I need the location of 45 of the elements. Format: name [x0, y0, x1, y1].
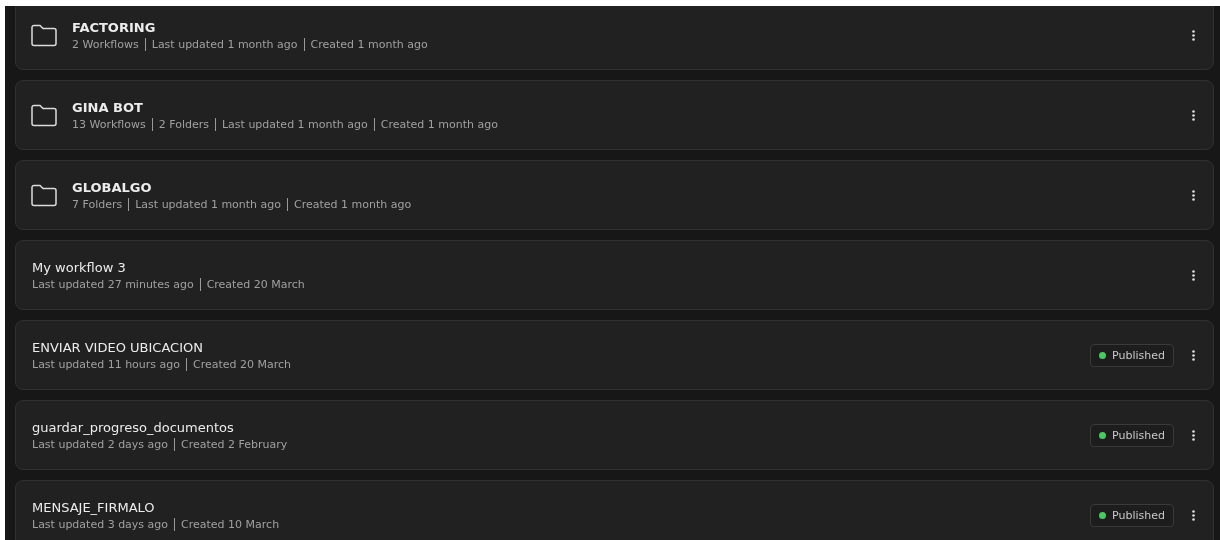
meta-text: Last updated 11 hours ago: [32, 357, 181, 371]
meta-text: 2 Workflows: [72, 37, 139, 51]
meta-text: Created 20 March: [193, 357, 292, 371]
meta-text: Last updated 1 month ago: [151, 37, 298, 51]
status-label: Published: [1112, 348, 1165, 362]
more-icon: [1192, 269, 1195, 281]
more-icon: [1192, 349, 1195, 361]
status-label: Published: [1112, 428, 1165, 442]
workflow-card[interactable]: ENVIAR VIDEO UBICACION Last updated 11 hours ago Created 20 March Published: [15, 320, 1214, 390]
folder-name: FACTORING: [72, 19, 156, 35]
meta-text: Last updated 3 days ago: [32, 517, 169, 531]
folder-name: GINA BOT: [72, 99, 143, 115]
workflow-card[interactable]: My workflow 3 Last updated 27 minutes ago Created 20 March: [15, 240, 1214, 310]
more-icon: [1192, 29, 1195, 41]
workflow-card[interactable]: guardar_progreso_documentos Last updated 2 days ago Created 2 February Published: [15, 400, 1214, 470]
meta-text: Last updated 1 month ago: [221, 117, 368, 131]
meta-text: Created 2 February: [181, 437, 288, 451]
meta-text: 13 Workflows: [72, 117, 146, 131]
meta-text: Created 10 March: [181, 517, 280, 531]
meta-text: Created 20 March: [206, 277, 305, 291]
folder-icon: [30, 23, 58, 47]
meta-text: Created 1 month ago: [310, 37, 428, 51]
workflow-name: guardar_progreso_documentos: [32, 419, 234, 435]
folder-card[interactable]: FACTORING 2 Workflows Last updated 1 month ago Created 1 month ago: [15, 6, 1214, 70]
meta-text: Created 1 month ago: [380, 117, 498, 131]
more-icon: [1192, 109, 1195, 121]
meta-text: 7 Folders: [72, 197, 123, 211]
meta-text: 2 Folders: [158, 117, 209, 131]
workflow-name: My workflow 3: [32, 259, 126, 275]
folder-icon: [30, 103, 58, 127]
status-label: Published: [1112, 508, 1165, 522]
meta-text: Last updated 1 month ago: [135, 197, 282, 211]
meta-text: Created 1 month ago: [294, 197, 412, 211]
workflow-card[interactable]: MENSAJE_FIRMALO Last updated 3 days ago Created 10 March Published: [15, 480, 1214, 540]
meta-text: Last updated 27 minutes ago: [32, 277, 194, 291]
folder-card[interactable]: GLOBALGO 7 Folders Last updated 1 month ago Created 1 month ago: [15, 160, 1214, 230]
workflow-name: ENVIAR VIDEO UBICACION: [32, 339, 203, 355]
folder-card[interactable]: GINA BOT 13 Workflows 2 Folders Last updated 1 month ago Created 1 month ago: [15, 80, 1214, 150]
folder-name: GLOBALGO: [72, 179, 152, 195]
more-icon: [1192, 509, 1195, 521]
more-icon: [1192, 189, 1195, 201]
meta-text: Last updated 2 days ago: [32, 437, 169, 451]
more-icon: [1192, 429, 1195, 441]
folder-icon: [30, 183, 58, 207]
workflow-name: MENSAJE_FIRMALO: [32, 499, 155, 515]
